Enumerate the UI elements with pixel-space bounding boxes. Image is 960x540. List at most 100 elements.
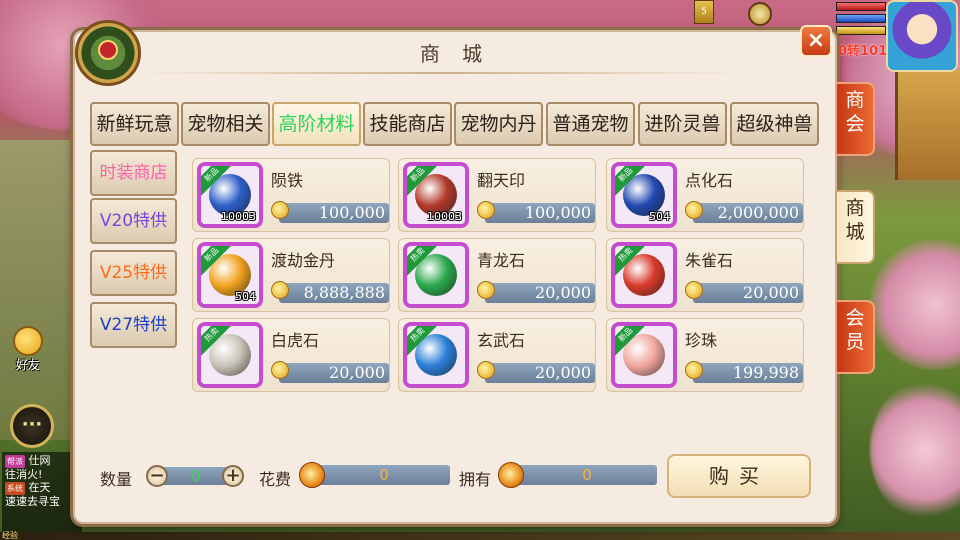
tab-7[interactable]: 进阶灵兽 <box>638 102 727 146</box>
coin-icon <box>271 361 289 379</box>
item-name: 玄武石 <box>477 331 526 350</box>
shop-item-card[interactable]: 新品 10003 翻天印 100,000 <box>398 158 596 232</box>
item-price: 199,998 <box>732 363 799 382</box>
cherry-blossom-tree <box>870 240 960 370</box>
exp-bar <box>836 26 886 35</box>
side-tab-char: 城 <box>845 221 865 243</box>
experience-label: 经验 <box>2 531 18 540</box>
item-price: 20,000 <box>743 283 799 302</box>
emblem-gem <box>98 40 118 60</box>
friends-button[interactable]: 好友 <box>8 326 48 372</box>
pavilion <box>895 70 960 180</box>
item-icon: 新品 <box>611 322 677 388</box>
item-name: 白虎石 <box>271 331 320 350</box>
category-item[interactable]: V20特供 <box>90 198 177 244</box>
side-tab-1[interactable]: 商会 <box>835 82 875 156</box>
chat-channel-tag: 帮派 <box>5 455 25 468</box>
coin-icon <box>685 361 703 379</box>
tab-5[interactable]: 宠物内丹 <box>454 102 543 146</box>
shop-item-card[interactable]: 热卖 朱雀石 20,000 <box>606 238 804 312</box>
minus-button[interactable]: − <box>146 465 168 487</box>
coin-icon <box>271 201 289 219</box>
item-icon: 新品 10003 <box>403 162 469 228</box>
chat-line: 速速去寻宝 <box>5 495 79 508</box>
chat-text: 仕网 <box>28 454 51 467</box>
quantity-value: 0 <box>191 467 201 485</box>
chat-line: 帮派 仕网 <box>5 454 79 468</box>
shop-item-card[interactable]: 热卖 青龙石 20,000 <box>398 238 596 312</box>
plus-button[interactable]: + <box>222 465 244 487</box>
item-price: 2,000,000 <box>717 203 799 222</box>
category-item[interactable]: V27特供 <box>90 302 177 348</box>
shop-item-card[interactable]: 新品 504 点化石 2,000,000 <box>606 158 804 232</box>
shop-item-card[interactable]: 新品 珍珠 199,998 <box>606 318 804 392</box>
item-icon: 热卖 <box>403 322 469 388</box>
item-price: 100,000 <box>318 203 385 222</box>
owned-value: 0 <box>582 466 592 484</box>
side-tab-3[interactable]: 会员 <box>835 300 875 374</box>
tab-1[interactable]: 新鲜玩意 <box>90 102 179 146</box>
category-item[interactable]: 时装商店 <box>90 150 177 196</box>
item-name: 珍珠 <box>685 331 718 350</box>
tab-8[interactable]: 超级神兽 <box>730 102 819 146</box>
tab-4[interactable]: 技能商店 <box>363 102 452 146</box>
item-name: 青龙石 <box>477 251 526 270</box>
item-stock: 10003 <box>427 210 462 223</box>
side-tab-char: 员 <box>845 331 865 353</box>
item-name: 点化石 <box>685 171 734 190</box>
buy-button[interactable]: 购买 <box>667 454 811 498</box>
category-item[interactable]: V25特供 <box>90 250 177 296</box>
item-name: 翻天印 <box>477 171 526 190</box>
item-price: 20,000 <box>535 283 591 302</box>
title-divider <box>140 72 740 74</box>
shop-item-card[interactable]: 热卖 白虎石 20,000 <box>192 318 390 392</box>
shop-item-card[interactable]: 新品 504 渡劫金丹 8,888,888 <box>192 238 390 312</box>
cost-label: 花费 <box>259 470 292 489</box>
coin-icon <box>477 281 495 299</box>
item-icon: 新品 10003 <box>197 162 263 228</box>
cherry-blossom-tree <box>870 380 960 520</box>
shop-item-card[interactable]: 新品 10003 陨铁 100,000 <box>192 158 390 232</box>
side-tab-char: 会 <box>845 307 865 329</box>
chat-text: 在天 <box>28 481 51 494</box>
item-icon: 热卖 <box>403 242 469 308</box>
item-name: 陨铁 <box>271 171 304 190</box>
coin-icon <box>271 281 289 299</box>
side-tab-2[interactable]: 商城 <box>835 190 875 264</box>
cost-value: 0 <box>379 466 389 484</box>
shop-emblem-icon <box>75 20 141 86</box>
chat-button[interactable]: ··· <box>10 404 54 448</box>
player-status-bars <box>836 2 886 44</box>
item-icon: 新品 504 <box>197 242 263 308</box>
hp-bar <box>836 2 886 11</box>
activity-icon[interactable] <box>748 2 772 26</box>
friends-icon <box>13 326 43 356</box>
tab-3[interactable]: 高阶材料 <box>272 102 361 146</box>
coin-icon <box>477 361 495 379</box>
item-price: 20,000 <box>329 363 385 382</box>
chat-line: 系统 在天 <box>5 481 79 495</box>
owned-label: 拥有 <box>459 470 492 489</box>
friends-label: 好友 <box>15 358 40 372</box>
tab-6[interactable]: 普通宠物 <box>546 102 635 146</box>
player-avatar[interactable] <box>886 0 958 72</box>
quantity-label: 数量 <box>100 470 133 489</box>
gold-ingot-icon <box>498 462 524 488</box>
page-title: 商 城 <box>419 42 491 66</box>
item-icon: 新品 504 <box>611 162 677 228</box>
close-button[interactable]: × <box>800 25 832 57</box>
experience-strip <box>0 532 960 540</box>
item-name: 朱雀石 <box>685 251 734 270</box>
chat-log[interactable]: 帮派 仕网 往消火! 系统 在天 速速去寻宝 <box>2 452 82 532</box>
item-price: 100,000 <box>524 203 591 222</box>
item-stock: 10003 <box>221 210 256 223</box>
gift-icon[interactable]: 5 <box>694 0 714 24</box>
tab-2[interactable]: 宠物相关 <box>181 102 270 146</box>
item-stock: 504 <box>649 210 670 223</box>
item-price: 20,000 <box>535 363 591 382</box>
shop-item-card[interactable]: 热卖 玄武石 20,000 <box>398 318 596 392</box>
item-icon: 热卖 <box>611 242 677 308</box>
player-level: 0转101 <box>838 44 888 59</box>
side-tab-char: 会 <box>845 113 865 135</box>
item-stock: 504 <box>235 290 256 303</box>
